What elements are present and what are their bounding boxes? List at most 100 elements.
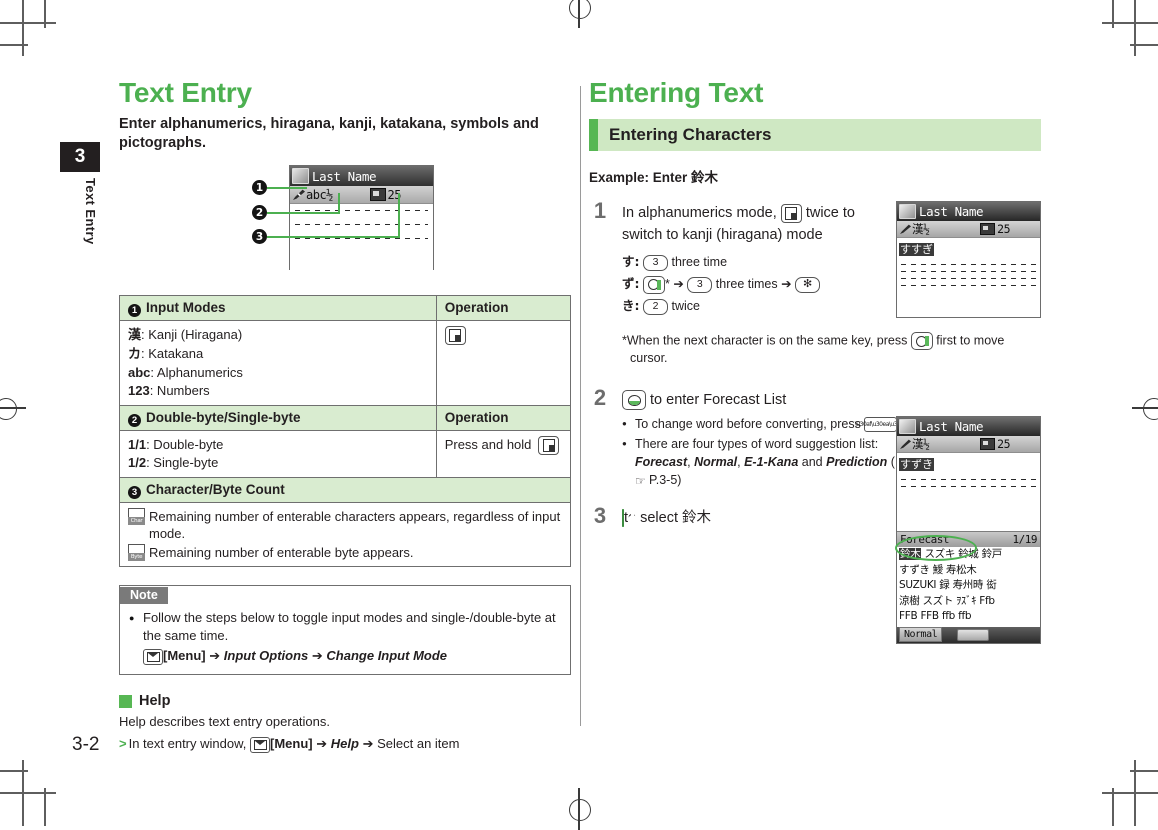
byte-count-doc-icon: Byte (128, 544, 145, 561)
count-header-cell: 3 Character/Byte Count (119, 477, 571, 503)
soft-key-center-icon[interactable] (957, 628, 990, 641)
table-row: 漢: Kanji (Hiragana) カ: Katakana abc: Alp… (119, 320, 572, 406)
screenshot1-body: すすぎ (897, 238, 1040, 317)
text-line (901, 486, 1036, 487)
figure-count-group: 25 (369, 188, 402, 202)
step-1-body: In alphanumerics mode, twice to switch t… (622, 202, 892, 246)
char-count-icon (980, 438, 996, 450)
char-count-icon (980, 223, 996, 235)
figure-mode-indicator: abc½ (306, 187, 333, 202)
count-header: Character/Byte Count (146, 482, 285, 497)
step-3-body: to select 鈴木 (622, 507, 892, 529)
mode-symbol: カ (128, 347, 142, 362)
mode-item: 123: Numbers (128, 382, 428, 400)
list-type-e1kana: E-1-Kana (744, 455, 799, 469)
mail-key-icon (143, 648, 163, 665)
note-path-1: Input Options (223, 648, 309, 663)
mode-symbol: 漢 (128, 328, 142, 343)
candidate[interactable]: 涼樹 (899, 595, 920, 607)
screenshot-step1: Last Name 漢½ 25 すすぎ (896, 201, 1041, 318)
candidate[interactable]: ｦｽﾞｷ (956, 595, 976, 607)
soft-key-left[interactable]: Normal (899, 627, 943, 642)
screenshot2-typed-text: すずき (899, 458, 934, 471)
candidate[interactable]: FFB (899, 610, 918, 622)
list-type-forecast: Forecast (635, 455, 688, 469)
help-menu-label: [Menu] (270, 736, 313, 751)
reference-hand-icon (635, 472, 648, 483)
char-count-icon (369, 188, 386, 201)
screenshot2-mode: 漢½ (912, 437, 930, 451)
candidate-row[interactable]: FFB FFB ffb ffb (897, 609, 1040, 625)
candidate[interactable]: 鈴戸 (982, 548, 1003, 560)
substep-kana: す: (622, 254, 640, 269)
candidate[interactable]: ffb (958, 610, 971, 622)
left-column: Text Entry Enter alphanumerics, hiragana… (119, 77, 572, 753)
candidate-row[interactable]: SUZUKI 録 寿州時 衒 (897, 578, 1040, 594)
candidate[interactable]: 寿松木 (946, 564, 977, 576)
help-path: Help (330, 736, 359, 751)
arrow-b: ➔ (781, 277, 792, 291)
contact-card-icon (899, 419, 916, 434)
page-title: Text Entry (119, 77, 252, 108)
byte-operation-text: Press and hold (444, 436, 532, 452)
step-2-number: 2 (593, 385, 607, 410)
forecast-list-index: 1/19 (1012, 533, 1038, 546)
candidate[interactable]: スズト (922, 595, 953, 607)
section-band-title: Entering Characters (609, 125, 772, 144)
note-path-line: [Menu] ➔ Input Options ➔ Change Input Mo… (143, 647, 561, 665)
screenshot1-count-group: 25 (980, 222, 1010, 236)
table-row: 1 Input Modes Operation (119, 295, 572, 321)
text-line (901, 271, 1036, 272)
count-cell: Char Remaining number of enterable chara… (119, 502, 571, 567)
pen-icon (900, 224, 911, 234)
arrow-2: ➔ (311, 648, 323, 663)
help-heading-text: Help (139, 693, 171, 709)
byte-desc: : Double-byte (146, 437, 224, 452)
registration-mark-left (0, 395, 26, 421)
candidate-row[interactable]: 涼樹 スズト ｦｽﾞｷ Ffb (897, 594, 1040, 610)
mode-symbol: abc (128, 365, 151, 380)
screenshot-step2: Last Name 漢½ 25 すずき Forecast 1/19 鈴木 スズキ… (895, 416, 1041, 644)
figure-screen-titlebar: Last Name (290, 166, 433, 186)
substep-row: す: 3 three time (622, 252, 892, 272)
candidate[interactable]: すずき (899, 564, 930, 576)
note-item: Follow the steps below to toggle input m… (129, 609, 561, 665)
footnote-text-a: *When the next character is on the same … (622, 333, 908, 348)
list-type-prediction: Prediction (826, 455, 888, 469)
candidate[interactable]: 鱫 (933, 564, 944, 576)
candidate[interactable]: FFB (920, 610, 939, 622)
page-reference: P.3-5 (649, 473, 678, 487)
figure-screen-body (290, 204, 433, 276)
screenshot2-count: 25 (997, 437, 1010, 451)
screenshot1-mode: 漢½ (912, 222, 930, 236)
byte-mode-cell: 1/1: Double-byte 1/2: Single-byte (119, 430, 437, 478)
candidate[interactable]: SUZUKI (899, 579, 937, 591)
screenshot2-body: すずき (897, 453, 1040, 529)
mode-desc: : Numbers (149, 383, 210, 398)
section-band: Entering Characters (589, 119, 1041, 151)
input-modes-header-cell: 1 Input Modes (119, 295, 437, 321)
text-line (295, 224, 428, 225)
byte-mode-header: Double-byte/Single-byte (146, 410, 301, 425)
and-word: and (801, 455, 823, 469)
table-row: Char Remaining number of enterable chara… (119, 502, 571, 567)
candidate[interactable]: 寿州時 (953, 579, 984, 591)
mode-desc: : Katakana (141, 346, 204, 361)
candidate-row[interactable]: すずき 鱫 寿松木 (897, 563, 1040, 579)
candidate[interactable]: 衒 (986, 579, 997, 591)
operation-header-2: Operation (435, 405, 572, 431)
candidate[interactable]: Ffb (979, 595, 995, 607)
table-row: 3 Character/Byte Count (119, 477, 571, 503)
callout-3: 3 (252, 229, 267, 244)
note-label: Note (120, 587, 168, 604)
note-menu-label: [Menu] (163, 648, 206, 663)
registration-mark-bottom (566, 788, 592, 830)
screenshot1-titlebar: Last Name (897, 202, 1040, 221)
substep-row: ず: * ➔ 3 three times ➔ ✻ (622, 274, 892, 294)
bullet-2-text: There are four types of word suggestion … (635, 437, 879, 451)
candidate[interactable]: 録 (939, 579, 950, 591)
candidate[interactable]: ffb (942, 610, 955, 622)
manual-page: 3 Text Entry 3-2 Text Entry Enter alphan… (0, 0, 1158, 830)
help-tail: Select an item (377, 736, 460, 751)
page-number: 3-2 (72, 734, 100, 755)
